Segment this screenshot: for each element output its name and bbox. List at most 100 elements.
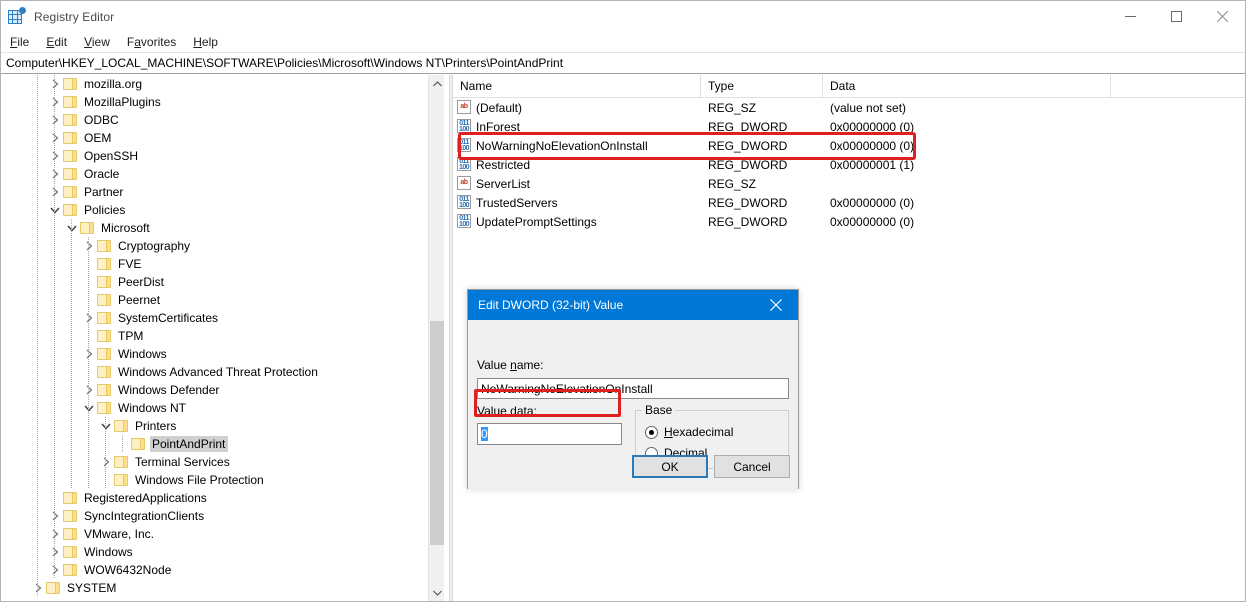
tree-item[interactable]: RegisteredApplications xyxy=(2,489,428,507)
tree-item[interactable]: Oracle xyxy=(2,165,428,183)
chevron-right-icon[interactable] xyxy=(47,129,63,147)
dword-value-icon: 011 100 xyxy=(457,138,471,152)
tree-guide-line xyxy=(37,345,38,363)
tree-item-label: WOW6432Node xyxy=(84,563,172,577)
tree-item[interactable]: Windows Defender xyxy=(2,381,428,399)
chevron-right-icon[interactable] xyxy=(81,237,97,255)
tree-item[interactable]: Windows Advanced Threat Protection xyxy=(2,363,428,381)
chevron-down-icon[interactable] xyxy=(98,417,114,435)
maximize-button[interactable] xyxy=(1153,1,1199,32)
chevron-right-icon[interactable] xyxy=(81,345,97,363)
cancel-button[interactable]: Cancel xyxy=(714,455,790,478)
value-row[interactable]: 011 100 NoWarningNoElevationOnInstall REG_D… xyxy=(453,136,1245,155)
tree-item[interactable]: Printers xyxy=(2,417,428,435)
tree-item[interactable]: Cryptography xyxy=(2,237,428,255)
minimize-button[interactable] xyxy=(1107,1,1153,32)
value-data-input[interactable]: 0 xyxy=(477,423,622,445)
tree-scrollbar[interactable] xyxy=(428,75,444,601)
tree-item-label: Oracle xyxy=(84,167,120,181)
tree-item[interactable]: TPM xyxy=(2,327,428,345)
tree-item[interactable]: Windows xyxy=(2,543,428,561)
tree-item[interactable]: SyncIntegrationClients xyxy=(2,507,428,525)
ok-button[interactable]: OK xyxy=(632,455,708,478)
tree-guide-line xyxy=(71,453,72,471)
value-name-input[interactable]: NoWarningNoElevationOnInstall xyxy=(477,378,789,399)
menu-favorites[interactable]: Favorites xyxy=(127,35,185,49)
chevron-right-icon[interactable] xyxy=(30,579,46,597)
menu-view[interactable]: View xyxy=(84,35,119,49)
tree-item[interactable]: OpenSSH xyxy=(2,147,428,165)
chevron-right-icon[interactable] xyxy=(47,183,63,201)
chevron-right-icon[interactable] xyxy=(47,147,63,165)
tree-guide-line xyxy=(37,309,38,327)
chevron-right-icon[interactable] xyxy=(47,507,63,525)
value-row[interactable]: 011 100 InForest REG_DWORD 0x00000000 (0) xyxy=(453,117,1245,136)
tree-guide-line xyxy=(71,327,72,345)
tree-guide-line xyxy=(88,309,89,327)
tree-item[interactable]: PeerDist xyxy=(2,273,428,291)
tree-item[interactable]: Terminal Services xyxy=(2,453,428,471)
address-bar[interactable]: Computer\HKEY_LOCAL_MACHINE\SOFTWARE\Pol… xyxy=(1,52,1245,74)
column-header-data[interactable]: Data xyxy=(823,75,1111,97)
tree-item[interactable]: MozillaPlugins xyxy=(2,93,428,111)
chevron-right-icon[interactable] xyxy=(47,561,63,579)
menu-file[interactable]: File xyxy=(10,35,38,49)
values-column-header: Name Type Data xyxy=(453,75,1245,98)
tree-item[interactable]: mozilla.org xyxy=(2,75,428,93)
tree-item[interactable]: VMware, Inc. xyxy=(2,525,428,543)
tree-guide-line xyxy=(37,147,38,165)
chevron-right-icon[interactable] xyxy=(47,93,63,111)
tree-item[interactable]: WOW6432Node xyxy=(2,561,428,579)
tree-item[interactable]: Policies xyxy=(2,201,428,219)
value-row[interactable]: 011 100 TrustedServers REG_DWORD 0x00000000 … xyxy=(453,193,1245,212)
tree-item[interactable]: Windows xyxy=(2,345,428,363)
chevron-right-icon[interactable] xyxy=(81,309,97,327)
tree-item[interactable]: FVE xyxy=(2,255,428,273)
value-row[interactable]: ab ServerList REG_SZ xyxy=(453,174,1245,193)
tree-item-label: TPM xyxy=(118,329,144,343)
column-header-name[interactable]: Name xyxy=(453,75,701,97)
radio-hexadecimal[interactable]: Hexadecimal xyxy=(645,425,733,439)
scroll-down-icon[interactable] xyxy=(429,584,445,601)
values-list[interactable]: ab (Default) REG_SZ (value not set) 011 100 In… xyxy=(453,98,1245,231)
tree-item[interactable]: Peernet xyxy=(2,291,428,309)
close-button[interactable] xyxy=(1199,1,1245,32)
tree-item[interactable]: ODBC xyxy=(2,111,428,129)
chevron-right-icon[interactable] xyxy=(47,165,63,183)
chevron-down-icon[interactable] xyxy=(81,399,97,417)
menu-help[interactable]: Help xyxy=(193,35,227,49)
value-name: TrustedServers xyxy=(476,195,558,210)
scrollbar-thumb[interactable] xyxy=(430,321,444,545)
tree-item[interactable]: PointAndPrint xyxy=(2,435,428,453)
tree-item[interactable]: OEM xyxy=(2,129,428,147)
dialog-close-button[interactable] xyxy=(754,290,798,320)
tree-item[interactable]: Windows File Protection xyxy=(2,471,428,489)
column-header-type[interactable]: Type xyxy=(701,75,823,97)
chevron-right-icon[interactable] xyxy=(47,111,63,129)
scroll-up-icon[interactable] xyxy=(429,75,445,92)
menu-edit[interactable]: Edit xyxy=(46,35,76,49)
chevron-down-icon[interactable] xyxy=(64,219,80,237)
registry-key-tree[interactable]: mozilla.org MozillaPlugins ODBC OEM OpenSSH O… xyxy=(2,75,428,601)
tree-guide-line xyxy=(37,399,38,417)
folder-icon xyxy=(97,239,112,253)
tree-item[interactable]: SystemCertificates xyxy=(2,309,428,327)
chevron-down-icon[interactable] xyxy=(47,201,63,219)
folder-icon xyxy=(46,581,61,595)
folder-icon xyxy=(63,563,78,577)
tree-item[interactable]: SYSTEM xyxy=(2,579,428,597)
value-data: 0x00000000 (0) xyxy=(830,138,915,153)
tree-item[interactable]: Partner xyxy=(2,183,428,201)
value-row[interactable]: 011 100 Restricted REG_DWORD 0x00000001 (1) xyxy=(453,155,1245,174)
tree-guide-line xyxy=(88,417,89,435)
value-row[interactable]: ab (Default) REG_SZ (value not set) xyxy=(453,98,1245,117)
chevron-right-icon[interactable] xyxy=(81,381,97,399)
tree-item[interactable]: Microsoft xyxy=(2,219,428,237)
tree-item-label: Policies xyxy=(84,203,126,217)
chevron-right-icon[interactable] xyxy=(98,453,114,471)
chevron-right-icon[interactable] xyxy=(47,525,63,543)
chevron-right-icon[interactable] xyxy=(47,75,63,93)
value-row[interactable]: 011 100 UpdatePromptSettings REG_DWORD 0x000… xyxy=(453,212,1245,231)
tree-item[interactable]: Windows NT xyxy=(2,399,428,417)
chevron-right-icon[interactable] xyxy=(47,543,63,561)
